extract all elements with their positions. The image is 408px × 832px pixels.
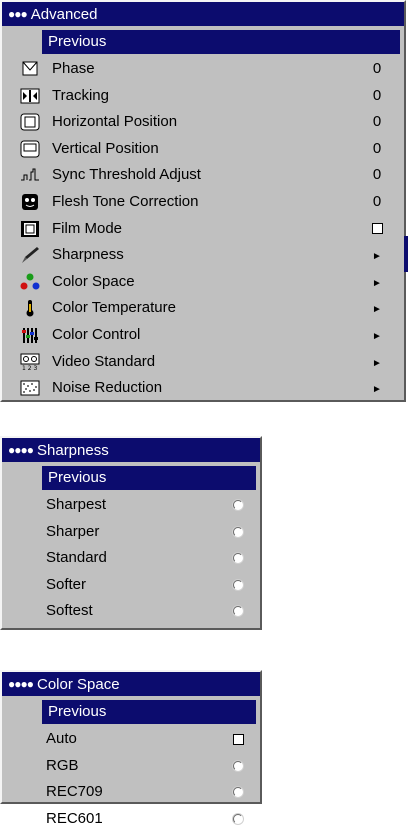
radio-button[interactable] bbox=[230, 545, 246, 572]
color-space-option-rec709[interactable]: REC709 bbox=[2, 779, 260, 806]
color-space-icon bbox=[20, 273, 40, 291]
menu-item-label: Flesh Tone Correction bbox=[52, 192, 199, 210]
option-label: RGB bbox=[46, 756, 79, 774]
radio-button[interactable] bbox=[230, 598, 246, 625]
advanced-menu-title-bar: ●●● Advanced bbox=[2, 2, 404, 26]
menu-item-video-standard[interactable]: 1 2 3 Video Standard ► bbox=[2, 349, 404, 376]
radio-button[interactable] bbox=[230, 572, 246, 599]
menu-item-film-mode[interactable]: Film Mode bbox=[2, 216, 404, 243]
menu-item-label: Vertical Position bbox=[52, 139, 159, 157]
menu-item-label: Noise Reduction bbox=[52, 379, 163, 397]
menu-item-label: Sharpness bbox=[52, 246, 124, 264]
menu-item-value: 0 bbox=[372, 86, 382, 104]
menu-item-label: Color Control bbox=[52, 325, 141, 343]
radio-button[interactable] bbox=[230, 753, 246, 780]
vertical-position-icon bbox=[20, 140, 40, 158]
menu-item-value: 0 bbox=[372, 60, 382, 77]
submenu-arrow-icon: ► bbox=[372, 304, 382, 316]
radio-button[interactable] bbox=[230, 519, 246, 546]
menu-item-value: 0 bbox=[372, 192, 382, 210]
svg-text:1 2 3: 1 2 3 bbox=[22, 365, 37, 371]
option-label: Softest bbox=[46, 602, 93, 620]
advanced-previous-item[interactable]: Previous bbox=[42, 30, 400, 54]
previous-label: Previous bbox=[48, 703, 107, 720]
sharpness-menu: ●●●● Sharpness Previous Sharpest Sharper St… bbox=[0, 436, 262, 630]
option-label: Sharpest bbox=[46, 496, 107, 513]
submenu-arrow-icon: ► bbox=[372, 251, 382, 263]
menu-item-label: Horizontal Position bbox=[52, 113, 178, 131]
video-standard-icon: 1 2 3 bbox=[20, 353, 40, 372]
sharpness-option-sharper[interactable]: Sharper bbox=[2, 519, 260, 546]
menu-level-dots-icon: ●●●● bbox=[8, 443, 34, 457]
horizontal-position-icon bbox=[20, 113, 40, 131]
sharpness-menu-title: Sharpness bbox=[37, 442, 109, 459]
menu-item-label: Film Mode bbox=[52, 219, 123, 237]
option-label: Softer bbox=[46, 575, 87, 593]
menu-item-sync-threshold-adjust[interactable]: Sync Threshold Adjust 0 bbox=[2, 162, 404, 189]
color-space-menu-title-bar: ●●●● Color Space bbox=[2, 672, 260, 696]
color-space-option-auto[interactable]: Auto bbox=[2, 726, 260, 753]
submenu-arrow-icon: ► bbox=[372, 384, 382, 396]
phase-icon bbox=[20, 60, 40, 78]
color-space-menu: ●●●● Color Space Previous Auto RGB REC709 RE… bbox=[0, 670, 262, 827]
menu-level-dots-icon: ●●● bbox=[8, 7, 28, 21]
menu-item-label: Phase bbox=[52, 60, 95, 77]
previous-label: Previous bbox=[48, 469, 107, 486]
color-control-icon bbox=[20, 326, 40, 344]
advanced-menu-title: Advanced bbox=[30, 6, 98, 23]
menu-item-noise-reduction[interactable]: Noise Reduction ► bbox=[2, 375, 404, 402]
option-label: REC601 bbox=[46, 809, 103, 827]
submenu-arrow-icon: ► bbox=[372, 357, 382, 369]
radio-button[interactable] bbox=[230, 492, 246, 519]
film-mode-checkbox[interactable] bbox=[369, 216, 385, 243]
radio-button[interactable] bbox=[230, 806, 246, 832]
color-space-menu-title: Color Space bbox=[37, 676, 120, 693]
option-label: Sharper bbox=[46, 522, 100, 540]
tracking-icon bbox=[20, 87, 40, 105]
menu-item-label: Color Temperature bbox=[52, 299, 176, 317]
sharpness-menu-title-bar: ●●●● Sharpness bbox=[2, 438, 260, 462]
sharpness-option-sharpest[interactable]: Sharpest bbox=[2, 492, 260, 519]
submenu-arrow-icon: ► bbox=[372, 330, 382, 342]
film-mode-icon bbox=[20, 220, 40, 238]
menu-item-phase[interactable]: Phase 0 bbox=[2, 56, 404, 83]
menu-item-tracking[interactable]: Tracking 0 bbox=[2, 83, 404, 110]
menu-item-vertical-position[interactable]: Vertical Position 0 bbox=[2, 136, 404, 163]
color-space-previous-item[interactable]: Previous bbox=[42, 700, 256, 724]
flesh-tone-icon bbox=[20, 193, 40, 211]
menu-item-label: Sync Threshold Adjust bbox=[52, 166, 201, 184]
noise-reduction-icon bbox=[20, 379, 40, 397]
menu-item-flesh-tone-correction[interactable]: Flesh Tone Correction 0 bbox=[2, 189, 404, 216]
background-window-edge bbox=[404, 236, 408, 272]
sync-threshold-icon bbox=[20, 166, 40, 184]
menu-item-color-space[interactable]: Color Space ► bbox=[2, 269, 404, 296]
color-space-option-rec601[interactable]: REC601 bbox=[2, 806, 260, 832]
option-label: Auto bbox=[46, 730, 77, 747]
menu-item-label: Tracking bbox=[52, 86, 109, 104]
menu-item-value: 0 bbox=[372, 113, 382, 131]
submenu-arrow-icon: ► bbox=[372, 277, 382, 289]
sharpness-previous-item[interactable]: Previous bbox=[42, 466, 256, 490]
advanced-menu: ●●● Advanced Previous Phase 0 Tracking 0 Hori… bbox=[0, 0, 406, 402]
menu-item-sharpness[interactable]: Sharpness ► bbox=[2, 242, 404, 269]
menu-item-value: 0 bbox=[372, 166, 382, 184]
color-space-option-rgb[interactable]: RGB bbox=[2, 753, 260, 780]
sharpness-option-softer[interactable]: Softer bbox=[2, 572, 260, 599]
sharpness-option-standard[interactable]: Standard bbox=[2, 545, 260, 572]
previous-label: Previous bbox=[48, 33, 107, 50]
menu-item-horizontal-position[interactable]: Horizontal Position 0 bbox=[2, 109, 404, 136]
sharpness-option-softest[interactable]: Softest bbox=[2, 598, 260, 625]
option-label: REC709 bbox=[46, 783, 103, 801]
radio-button[interactable] bbox=[230, 779, 246, 806]
checkbox[interactable] bbox=[230, 726, 246, 753]
option-label: Standard bbox=[46, 549, 107, 567]
menu-item-color-temperature[interactable]: Color Temperature ► bbox=[2, 295, 404, 322]
menu-item-label: Color Space bbox=[52, 272, 135, 290]
color-temperature-icon bbox=[20, 299, 40, 317]
menu-level-dots-icon: ●●●● bbox=[8, 677, 34, 691]
menu-item-color-control[interactable]: Color Control ► bbox=[2, 322, 404, 349]
sharpness-icon bbox=[20, 246, 40, 264]
menu-item-value: 0 bbox=[372, 139, 382, 157]
menu-item-label: Video Standard bbox=[52, 352, 156, 370]
